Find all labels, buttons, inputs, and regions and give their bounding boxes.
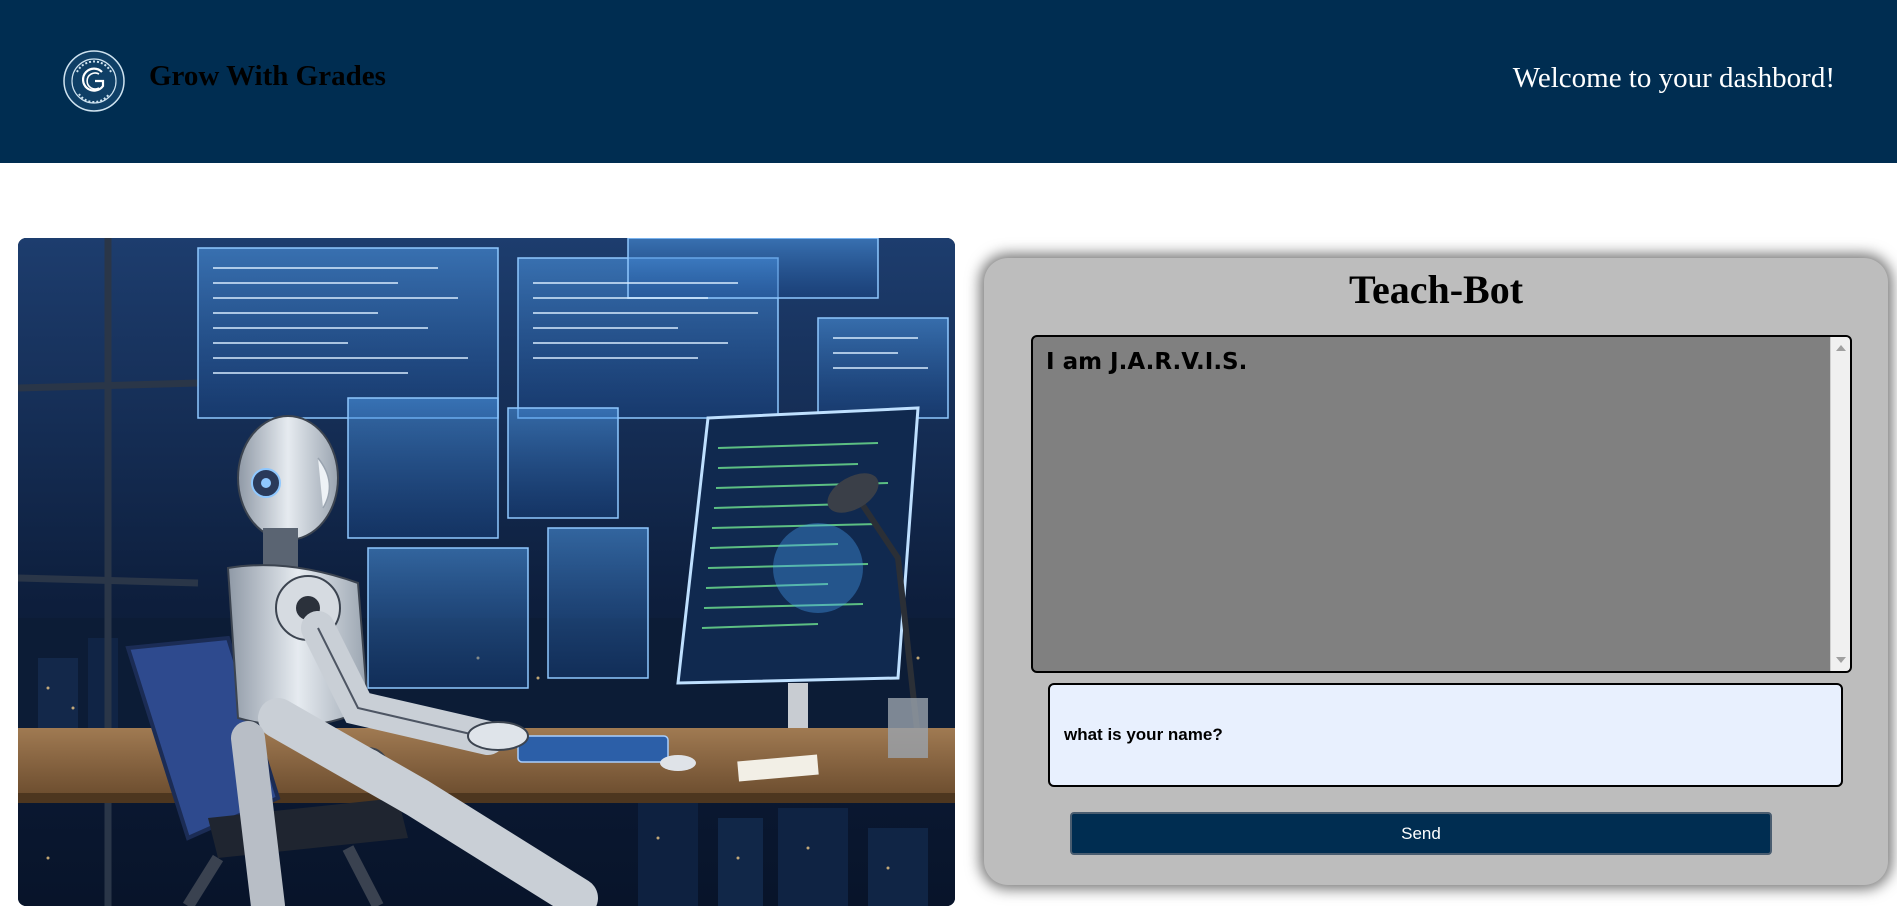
- message-input[interactable]: [1048, 683, 1843, 787]
- teach-bot-panel: Teach-Bot I am J.A.R.V.I.S. Send: [984, 258, 1888, 885]
- send-button[interactable]: Send: [1070, 812, 1772, 855]
- chat-log-scrollbar[interactable]: [1830, 337, 1850, 671]
- chat-log[interactable]: I am J.A.R.V.I.S.: [1031, 335, 1852, 673]
- chatbot-title: Teach-Bot: [1348, 267, 1524, 312]
- brand-name: Grow With Grades: [149, 60, 386, 92]
- welcome-message: Welcome to your dashbord!: [1512, 62, 1835, 94]
- top-header: Grow With Grades Welcome to your dashbor…: [0, 0, 1897, 163]
- grow-with-grades-logo-icon: [63, 50, 125, 112]
- scroll-down-arrow-icon[interactable]: [1836, 657, 1846, 663]
- hero-illustration: [18, 238, 955, 906]
- bot-message: I am J.A.R.V.I.S.: [1046, 349, 1248, 375]
- scroll-up-arrow-icon[interactable]: [1836, 345, 1846, 351]
